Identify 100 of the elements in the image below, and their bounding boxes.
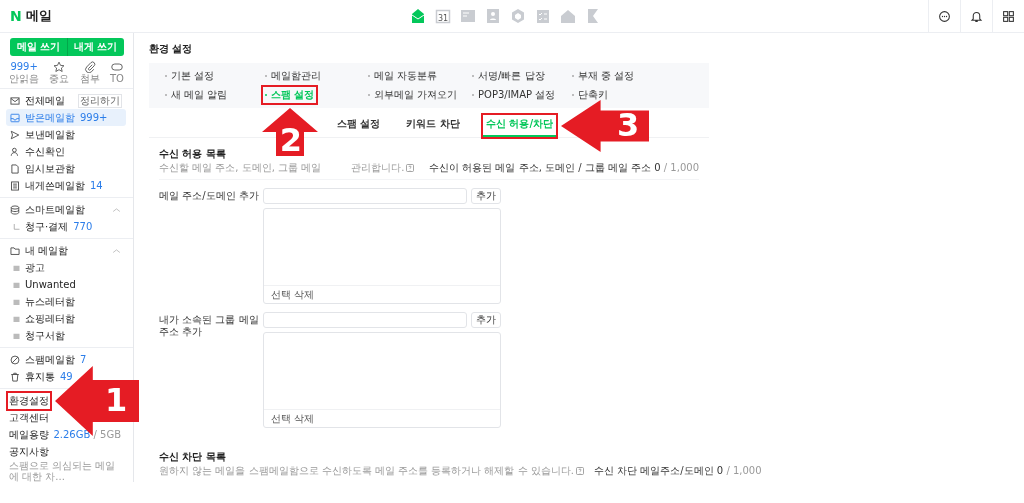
envelope-icon: [10, 95, 20, 106]
mailbox-label[interactable]: 스팸메일함: [25, 352, 75, 367]
step-number: 1: [105, 383, 128, 416]
address-list[interactable]: 선택 삭제: [263, 332, 501, 428]
settings-menu-item[interactable]: POP3/IMAP 설정: [470, 87, 558, 103]
ban-icon: [10, 354, 20, 365]
settings-menu-item[interactable]: 기본 설정: [163, 68, 217, 84]
app-title[interactable]: 메일: [25, 7, 52, 25]
paperclip-icon[interactable]: [82, 61, 97, 73]
arrow-annotation: [261, 108, 318, 156]
caret-icon[interactable]: [112, 247, 121, 254]
mailbox-label: 보낸메일함: [25, 127, 75, 142]
person-icon: [10, 146, 20, 157]
sidebar-link[interactable]: 환경설정: [8, 392, 50, 409]
mailbox-item[interactable]: 내게쓴메일함 14: [6, 177, 126, 194]
note-icon[interactable]: [460, 8, 476, 24]
mailbox-item[interactable]: 수신확인: [6, 143, 126, 160]
memo-icon: [10, 180, 20, 191]
document-icon: [10, 163, 20, 174]
inbox-icon: [10, 112, 20, 123]
sidebar-link[interactable]: 메일용량: [8, 426, 50, 443]
storage-usage: 2.26GB / 5GB: [53, 429, 121, 440]
section-description: 관리합니다.: [351, 161, 405, 175]
sidebar-link[interactable]: 고객센터: [8, 409, 50, 426]
add-button[interactable]: 추가: [471, 312, 501, 328]
section-description: 수신할 메일 주소, 도메인, 그룹 메일: [159, 161, 322, 175]
mailbox-item[interactable]: 보낸메일함: [6, 126, 126, 143]
group-title[interactable]: 스마트메일함: [25, 202, 85, 217]
mailbox-item[interactable]: 전체메일 정리하기: [6, 92, 126, 109]
settings-menu-item[interactable]: 부재 중 설정: [570, 68, 637, 84]
folder-label[interactable]: Unwanted: [25, 279, 76, 290]
mailbox-label[interactable]: 휴지통: [25, 369, 55, 384]
section-title: 수신 차단 목록: [159, 450, 227, 464]
mailbox-item[interactable]: 받은메일함 999+: [6, 109, 126, 126]
bell-icon[interactable]: [970, 9, 983, 23]
settings-menu-item[interactable]: 메일함관리: [263, 68, 323, 84]
envelope-icon[interactable]: [410, 8, 426, 24]
tidy-button[interactable]: 정리하기: [78, 93, 122, 108]
flag-icon[interactable]: [585, 8, 601, 24]
folder-label[interactable]: 청구서함: [25, 328, 65, 343]
settings-menu-item[interactable]: 새 메일 알림: [163, 87, 230, 103]
count-summary: 수신이 허용된 메일 주소, 도메인 / 그룹 메일 주소 0 / 1,000: [429, 161, 699, 175]
grid-icon[interactable]: [1002, 9, 1015, 23]
calendar-icon[interactable]: 31: [435, 8, 451, 24]
mailbox-label: 내게쓴메일함: [25, 178, 85, 193]
step-number: 2: [279, 124, 302, 156]
input-field[interactable]: [263, 312, 467, 328]
mailbox-label: 수신확인: [25, 144, 65, 159]
field-label: 메일 주소/도메인 추가: [159, 189, 260, 203]
settings-menu-item[interactable]: 서명/빠른 답장: [470, 68, 547, 84]
settings-menu-item[interactable]: 단축키: [570, 87, 610, 103]
checklist-icon[interactable]: [535, 8, 551, 24]
mail-count: 14: [90, 180, 103, 191]
branch-icon: [13, 223, 20, 230]
address-list[interactable]: 선택 삭제: [263, 208, 501, 304]
mail-count: 49: [60, 371, 73, 382]
delete-selected-button[interactable]: 선택 삭제: [271, 411, 315, 426]
mailbox-label: 전체메일: [25, 93, 65, 108]
tab[interactable]: 키워드 차단: [403, 115, 463, 137]
count-summary: 수신 차단 메일주소/도메인 0 / 1,000: [593, 464, 762, 478]
input-field[interactable]: [263, 188, 467, 204]
mail-count: 999+: [80, 112, 108, 123]
mail-count: 770: [73, 221, 93, 232]
settings-menu-item[interactable]: 외부메일 가져오기: [366, 87, 460, 103]
filter-label: 안읽음: [9, 73, 40, 85]
chat-icon[interactable]: [938, 9, 951, 23]
folder-label[interactable]: 쇼핑레터함: [25, 311, 75, 326]
pill-icon[interactable]: [109, 61, 124, 73]
settings-menu-item[interactable]: 메일 자동분류: [366, 68, 440, 84]
mailbox-label: 임시보관함: [25, 161, 75, 176]
filter-label: TO: [109, 73, 124, 85]
folder-label[interactable]: 뉴스레터함: [25, 294, 75, 309]
help-icon[interactable]: [406, 164, 415, 172]
trash-icon: [10, 371, 20, 382]
help-icon[interactable]: [575, 467, 584, 475]
tab[interactable]: 스팸 설정: [334, 115, 384, 137]
mailbox-item[interactable]: 임시보관함: [6, 160, 126, 177]
send-icon: [10, 129, 20, 140]
mailbox-label: 받은메일함: [25, 110, 75, 125]
hexagon-icon[interactable]: [510, 8, 526, 24]
section-title: 수신 허용 목록: [159, 147, 227, 161]
unread-count[interactable]: 999+: [10, 61, 38, 73]
add-button[interactable]: 추가: [471, 188, 501, 204]
step-number: 3: [617, 109, 640, 141]
folder-label[interactable]: 광고: [25, 260, 45, 275]
filter-label: 첨부: [79, 73, 100, 85]
folder-label[interactable]: 청구·결제: [25, 219, 69, 234]
database-icon: [10, 204, 20, 215]
field-label: 내가 소속된 그룹 메일 주소 추가: [159, 313, 260, 339]
house-icon[interactable]: [560, 8, 576, 24]
filter-label: 중요: [49, 73, 70, 85]
section-description: 원하지 않는 메일을 스팸메일함으로 수신하도록 메일 주소를 등록하거나 해제할 수 있습니다.: [159, 464, 574, 478]
caret-icon[interactable]: [112, 206, 121, 213]
group-title[interactable]: 내 메일함: [25, 243, 69, 258]
page-title: 환경 설정: [149, 42, 194, 56]
contacts-icon[interactable]: [485, 8, 501, 24]
sidebar-link[interactable]: 공지사항: [8, 443, 50, 460]
mail-count: 7: [80, 354, 87, 365]
star-icon[interactable]: [52, 61, 67, 73]
delete-selected-button[interactable]: 선택 삭제: [271, 287, 315, 302]
